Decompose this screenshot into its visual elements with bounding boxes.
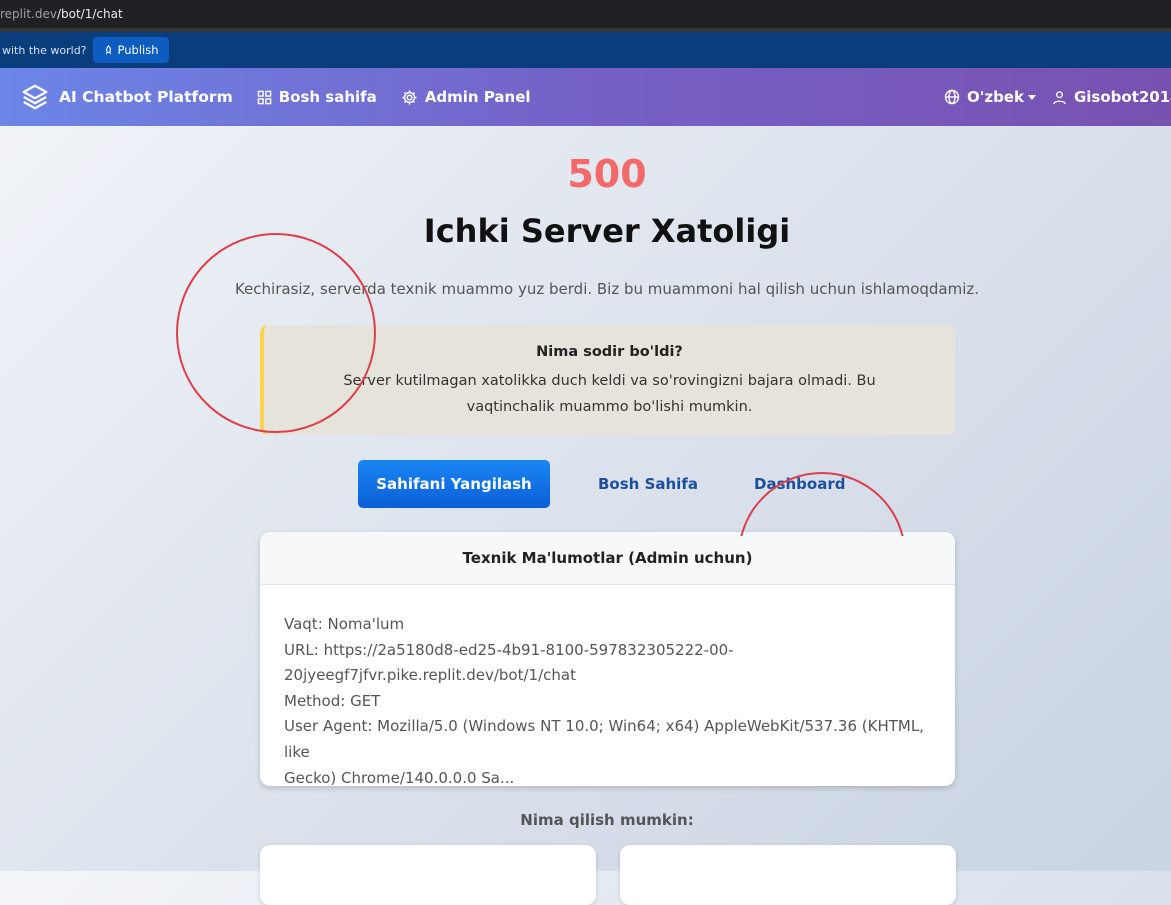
time-line: Vaqt: Noma'lum bbox=[284, 615, 405, 633]
error-message: Kechirasiz, serverda texnik muammo yuz b… bbox=[234, 280, 980, 298]
nav-right: O'zbek Gisobot201415 bbox=[944, 68, 1171, 126]
publish-label: Publish bbox=[117, 43, 159, 57]
warning-alert: Nima sodir bo'ldi? Server kutilmagan xat… bbox=[260, 325, 955, 435]
nav-admin-link[interactable]: Admin Panel bbox=[401, 88, 531, 106]
rocket-icon bbox=[105, 44, 111, 54]
next-steps-title: Nima qilish mumkin: bbox=[520, 811, 694, 829]
publish-button[interactable]: Publish bbox=[92, 37, 169, 63]
brand-name: AI Chatbot Platform bbox=[59, 88, 233, 106]
agent-line-2: Gecko) Chrome/140.0.0.0 Sa... bbox=[284, 768, 515, 786]
gear-icon bbox=[402, 89, 417, 105]
user-icon bbox=[1053, 90, 1066, 104]
refresh-button[interactable]: Sahifani Yangilash bbox=[358, 460, 550, 508]
error-code: 500 bbox=[567, 152, 647, 196]
home-link[interactable]: Bosh Sahifa bbox=[598, 475, 698, 493]
user-name: Gisobot201415 bbox=[1073, 88, 1171, 106]
alert-text: Server kutilmagan xatolikka duch keldi v… bbox=[343, 373, 876, 415]
error-title: Ichki Server Xatoligi bbox=[423, 212, 791, 250]
option-card[interactable] bbox=[620, 845, 956, 905]
alert-title: Nima sodir bo'ldi? bbox=[536, 344, 683, 360]
method-line: Method: GET bbox=[284, 691, 381, 710]
user-menu[interactable]: Gisobot201415 bbox=[1052, 88, 1171, 106]
language-label: O'zbek bbox=[967, 88, 1024, 106]
grid-icon bbox=[257, 90, 272, 104]
chevron-down-icon bbox=[1027, 94, 1036, 100]
card-body: Vaqt: Noma'lum URL: https://2a5180d8-ed2… bbox=[260, 585, 955, 786]
card-header: Texnik Ma'lumotlar (Admin uchun) bbox=[260, 532, 955, 585]
nav-home-link[interactable]: Bosh sahifa bbox=[257, 88, 377, 106]
dashboard-link[interactable]: Dashboard bbox=[754, 475, 845, 493]
url-host: replit.dev bbox=[0, 7, 57, 21]
language-dropdown[interactable]: O'zbek bbox=[944, 88, 1036, 106]
address-bar[interactable]: replit.dev/bot/1/chat bbox=[0, 0, 1171, 32]
layers-icon bbox=[22, 84, 48, 110]
technical-info-card: Texnik Ma'lumotlar (Admin uchun) Vaqt: N… bbox=[260, 532, 955, 786]
option-card[interactable] bbox=[260, 845, 596, 905]
url-line-1: URL: https://2a5180d8-ed25-4b91-8100-597… bbox=[284, 640, 734, 659]
globe-icon bbox=[944, 89, 960, 105]
replit-banner: with the world? Publish bbox=[0, 32, 1171, 68]
brand-link[interactable]: AI Chatbot Platform bbox=[20, 82, 233, 112]
url-path: /bot/1/chat bbox=[56, 7, 123, 21]
top-navbar: AI Chatbot Platform Bosh sahifa Admin Pa… bbox=[0, 68, 1171, 126]
nav-admin-label: Admin Panel bbox=[424, 88, 531, 106]
publish-prompt: with the world? bbox=[2, 43, 87, 57]
nav-home-label: Bosh sahifa bbox=[278, 88, 377, 106]
url-line-2: 20jyeegf7jfvr.pike.replit.dev/bot/1/chat bbox=[284, 666, 576, 685]
agent-line-1: User Agent: Mozilla/5.0 (Windows NT 10.0… bbox=[284, 717, 924, 761]
